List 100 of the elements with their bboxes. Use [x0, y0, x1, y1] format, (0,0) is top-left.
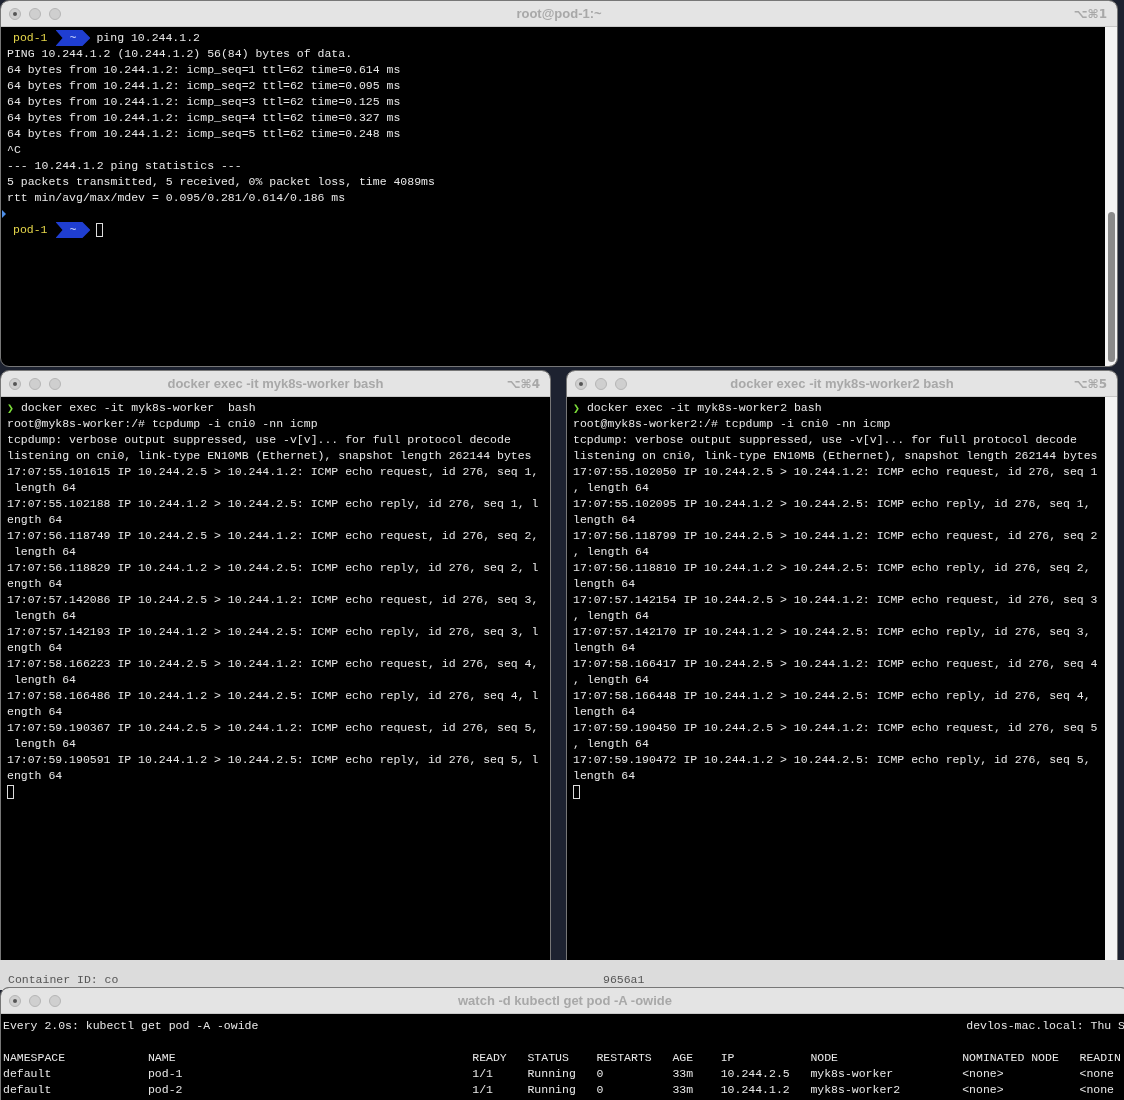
- prompt-marker: ❯: [573, 400, 580, 416]
- output-line: 17:07:55.102095 IP 10.244.1.2 > 10.244.2.5: ICMP echo reply, id 276, seq 1,: [573, 496, 1091, 512]
- output-line: ength 64: [7, 768, 63, 784]
- window-shortcut: ⌥⌘1: [1073, 6, 1107, 21]
- close-button[interactable]: [9, 7, 21, 20]
- command-text: ping 10.244.1.2: [96, 30, 200, 46]
- output-line: length 64: [573, 704, 636, 720]
- table-cell: 0: [596, 1067, 604, 1080]
- table-cell: 10.244.2.5: [720, 1067, 790, 1080]
- output-line: length 64: [12, 608, 76, 624]
- output-line: length 64: [12, 736, 76, 752]
- command-text: docker exec -it myk8s-worker bash: [20, 400, 256, 416]
- output-line: --- 10.244.1.2 ping statistics ---: [7, 158, 242, 174]
- column-header: NOMINATED NODE: [962, 1051, 1059, 1064]
- window-shortcut: ⌥⌘5: [1073, 376, 1107, 391]
- command-text: docker exec -it myk8s-worker2 bash: [586, 400, 822, 416]
- output-line: 17:07:59.190367 IP 10.244.2.5 > 10.244.1.2: ICMP echo request, id 276, seq 5,: [7, 720, 539, 736]
- text-cursor: [7, 785, 14, 799]
- table-cell: <none>: [962, 1067, 1004, 1080]
- output-line: length 64: [573, 512, 636, 528]
- table-cell: pod-2: [147, 1083, 183, 1096]
- output-line: root@myk8s-worker2:/# tcpdump -i cni0 -nn icmp: [573, 416, 891, 432]
- column-header: NODE: [810, 1051, 838, 1064]
- output-line: 17:07:59.190591 IP 10.244.1.2 > 10.244.2.5: ICMP echo reply, id 276, seq 5, l: [7, 752, 539, 768]
- output-line: ength 64: [7, 640, 63, 656]
- output-line: 64 bytes from 10.244.1.2: icmp_seq=3 ttl=62 time=0.125 ms: [7, 94, 401, 110]
- minimize-button[interactable]: [595, 377, 607, 390]
- table-cell: pod-1: [147, 1067, 183, 1080]
- output-line: 17:07:55.102050 IP 10.244.2.5 > 10.244.1.2: ICMP echo request, id 276, seq 1: [573, 464, 1098, 480]
- output-line: , length 64: [573, 672, 649, 688]
- output-line: 17:07:59.190472 IP 10.244.1.2 > 10.244.2.5: ICMP echo reply, id 276, seq 5,: [573, 752, 1091, 768]
- output-line: 17:07:57.142193 IP 10.244.1.2 > 10.244.2.5: ICMP echo reply, id 276, seq 3, l: [7, 624, 539, 640]
- output-line: ength 64: [7, 512, 63, 528]
- output-line: ength 64: [7, 704, 63, 720]
- window-title: root@pod-1:~: [516, 6, 602, 21]
- output-line: 64 bytes from 10.244.1.2: icmp_seq=1 ttl=62 time=0.614 ms: [7, 62, 401, 78]
- output-line: root@myk8s-worker:/# tcpdump -i cni0 -nn icmp: [7, 416, 318, 432]
- prompt-directory: ~: [55, 222, 91, 238]
- output-line: length 64: [12, 544, 76, 560]
- output-line: 17:07:59.190450 IP 10.244.2.5 > 10.244.1.2: ICMP echo request, id 276, seq 5: [573, 720, 1098, 736]
- column-header: IP: [720, 1051, 735, 1064]
- prompt-marker: ❯: [7, 400, 14, 416]
- output-line: length 64: [573, 768, 636, 784]
- zoom-button[interactable]: [49, 377, 61, 390]
- output-line: length 64: [12, 480, 76, 496]
- close-button[interactable]: [9, 377, 21, 390]
- output-line: 17:07:58.166223 IP 10.244.2.5 > 10.244.1.2: ICMP echo request, id 276, seq 4,: [7, 656, 539, 672]
- zoom-button[interactable]: [49, 7, 61, 20]
- output-line: 5 packets transmitted, 5 received, 0% packet loss, time 4089ms: [7, 174, 435, 190]
- output-line: 17:07:58.166486 IP 10.244.1.2 > 10.244.2.5: ICMP echo reply, id 276, seq 4, l: [7, 688, 539, 704]
- output-line: 17:07:57.142170 IP 10.244.1.2 > 10.244.2.5: ICMP echo reply, id 276, seq 3,: [573, 624, 1091, 640]
- output-line: 17:07:57.142086 IP 10.244.2.5 > 10.244.1.2: ICMP echo request, id 276, seq 3,: [7, 592, 539, 608]
- minimize-button[interactable]: [29, 377, 41, 390]
- output-line: 17:07:55.102188 IP 10.244.1.2 > 10.244.2.5: ICMP echo reply, id 276, seq 1, l: [7, 496, 539, 512]
- output-line: tcpdump: verbose output suppressed, use -v[v]... for full protocol decode: [7, 432, 511, 448]
- table-cell: myk8s-worker: [810, 1067, 894, 1080]
- zoom-button[interactable]: [615, 377, 627, 390]
- column-header: READY: [472, 1051, 507, 1064]
- column-header: NAMESPACE: [3, 1051, 66, 1064]
- output-line: , length 64: [573, 480, 649, 496]
- table-cell: 33m: [672, 1067, 694, 1080]
- close-button[interactable]: [575, 377, 587, 390]
- table-cell: <none>: [962, 1083, 1004, 1096]
- prompt-host: pod-1: [12, 30, 49, 46]
- output-line: 17:07:56.118810 IP 10.244.1.2 > 10.244.2.5: ICMP echo reply, id 276, seq 2,: [573, 560, 1091, 576]
- output-line: 64 bytes from 10.244.1.2: icmp_seq=2 ttl=62 time=0.095 ms: [7, 78, 401, 94]
- zoom-button[interactable]: [49, 994, 61, 1007]
- table-cell: default: [3, 1083, 52, 1096]
- table-cell: <none: [1079, 1067, 1114, 1080]
- output-line: 17:07:58.166417 IP 10.244.2.5 > 10.244.1.2: ICMP echo request, id 276, seq 4: [573, 656, 1098, 672]
- host-time: devlos-mac.local: Thu S: [966, 1018, 1124, 1034]
- minimize-button[interactable]: [29, 994, 41, 1007]
- minimize-button[interactable]: [29, 7, 41, 20]
- table-cell: 33m: [672, 1083, 694, 1096]
- column-header: READIN: [1079, 1051, 1121, 1064]
- output-line: 17:07:56.118799 IP 10.244.2.5 > 10.244.1.2: ICMP echo request, id 276, seq 2: [573, 528, 1098, 544]
- window-title: docker exec -it myk8s-worker2 bash: [730, 376, 954, 391]
- output-line: , length 64: [573, 544, 649, 560]
- output-line: 17:07:55.101615 IP 10.244.2.5 > 10.244.1.2: ICMP echo request, id 276, seq 1,: [7, 464, 539, 480]
- output-line: 17:07:56.118829 IP 10.244.1.2 > 10.244.2.5: ICMP echo reply, id 276, seq 2, l: [7, 560, 539, 576]
- column-header: STATUS: [527, 1051, 569, 1064]
- close-button[interactable]: [9, 994, 21, 1007]
- table-cell: 1/1: [472, 1067, 493, 1080]
- output-line: length 64: [573, 640, 636, 656]
- table-cell: Running: [527, 1083, 576, 1096]
- table-cell: 0: [596, 1083, 604, 1096]
- output-line: rtt min/avg/max/mdev = 0.095/0.281/0.614/0.186 ms: [7, 190, 346, 206]
- output-line: listening on cni0, link-type EN10MB (Ethernet), snapshot length 262144 bytes: [7, 448, 532, 464]
- output-line: length 64: [573, 576, 636, 592]
- table-cell: 1/1: [472, 1083, 493, 1096]
- output-line: 17:07:57.142154 IP 10.244.2.5 > 10.244.1.2: ICMP echo request, id 276, seq 3: [573, 592, 1098, 608]
- output-line: ength 64: [7, 576, 63, 592]
- scroll-bar[interactable]: [1108, 212, 1115, 362]
- window-shortcut: ⌥⌘4: [506, 376, 540, 391]
- prompt-directory: ~: [55, 30, 91, 46]
- output-line: , length 64: [573, 736, 649, 752]
- text-cursor: [573, 785, 580, 799]
- table-cell: 10.244.1.2: [720, 1083, 790, 1096]
- mark-icon: [2, 210, 6, 218]
- output-line: listening on cni0, link-type EN10MB (Ethernet), snapshot length 262144 bytes: [573, 448, 1098, 464]
